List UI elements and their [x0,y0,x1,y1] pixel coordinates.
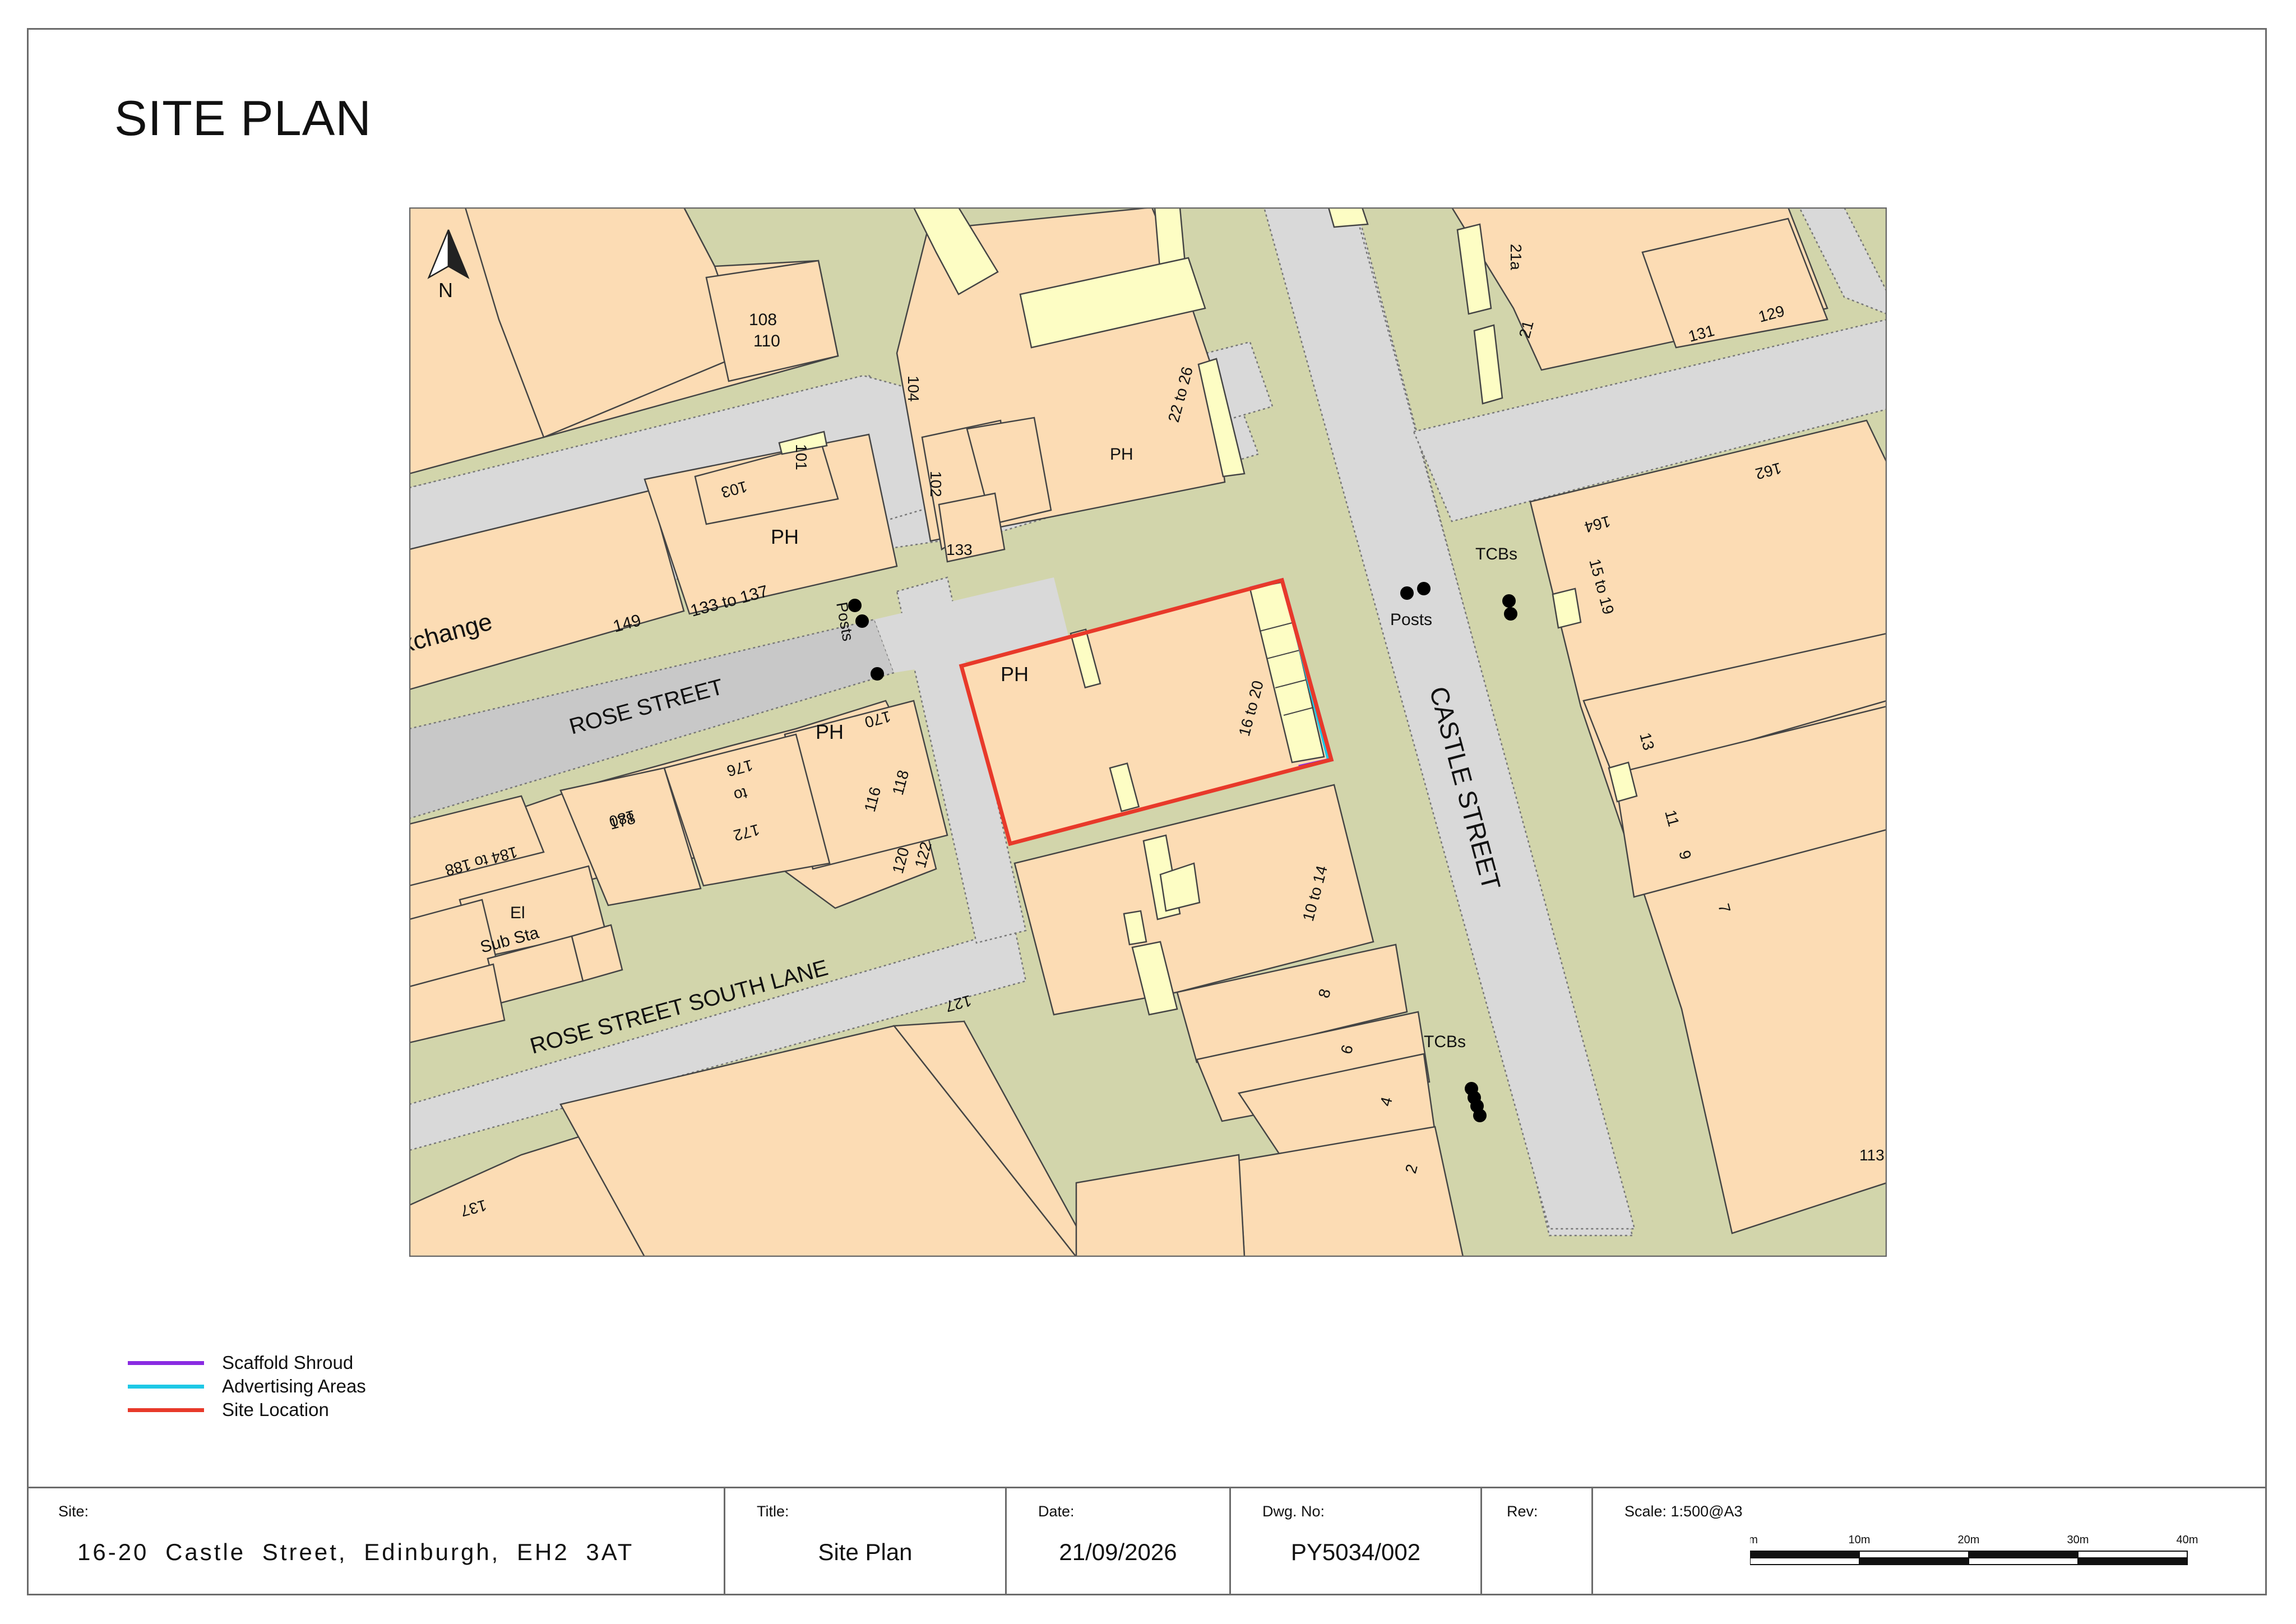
outbuilding [1552,587,1582,629]
legend-item-advertising-areas: Advertising Areas [128,1375,366,1398]
date-cell: Date: 21/09/2026 [1007,1488,1231,1595]
plot-label: PH [771,525,799,548]
legend-label: Site Location [222,1399,329,1420]
tcb [1502,594,1516,608]
scale-cell: Scale: 1:500@A3 0m 10m 20m 30m 40m [1593,1488,2267,1595]
scale-tick-label: 0m [1750,1534,1758,1546]
plot-label: 113 [1859,1146,1885,1164]
site-map: N ROSE STREET CASTLE STREET ROSE STREET … [409,207,1887,1257]
plot-label: 110 [753,332,780,350]
legend-item-scaffold-shroud: Scaffold Shroud [128,1351,366,1375]
title-block: Site: 16-20 Castle Street, Edinburgh, EH… [27,1487,2267,1595]
outbuilding [1327,207,1369,228]
legend-swatch [128,1384,204,1389]
legend-item-site-location: Site Location [128,1398,366,1422]
title-value: Site Plan [818,1539,913,1565]
post [1400,586,1414,600]
title-label: Title: [757,1503,789,1520]
scale-bar-segments [1750,1551,2188,1565]
plot-label: 108 [749,311,777,329]
scale-tick-label: 10m [1849,1534,1871,1546]
tcb [1473,1109,1487,1122]
post [1417,582,1431,595]
legend-swatch [128,1408,204,1412]
plot-label: PH [816,720,844,743]
label-tcbs-top: TCBs [1475,545,1517,563]
scale-tick-label: 20m [1958,1534,1980,1546]
north-label: N [438,279,453,302]
title-cell: Title: Site Plan [725,1488,1007,1595]
drawing-number-label: Dwg. No: [1262,1503,1325,1520]
plot-label: 102 [927,471,945,497]
revision-label: Rev: [1507,1503,1538,1520]
plot-label: 133 [946,541,973,558]
plot-label: PH [1110,445,1133,464]
plot-label: El [510,904,525,922]
post [855,614,869,628]
scale-tick-label: 30m [2067,1534,2089,1546]
legend: Scaffold Shroud Advertising Areas Site L… [128,1351,366,1422]
legend-label: Scaffold Shroud [222,1352,354,1373]
drawing-number-cell: Dwg. No: PY5034/002 [1231,1488,1482,1595]
drawing-number-value: PY5034/002 [1290,1539,1421,1565]
site-ph-label: PH [1001,663,1029,686]
legend-swatch [128,1361,204,1365]
scale-bar: 0m 10m 20m 30m 40m [1750,1534,2198,1565]
scale-label: Scale: 1:500@A3 [1624,1503,1743,1520]
scale-tick-label: 40m [2177,1534,2198,1546]
legend-label: Advertising Areas [222,1376,366,1396]
plot-label: 101 [793,444,810,470]
site-label: Site: [58,1503,89,1520]
plot-label: 21a [1507,244,1525,270]
revision-cell: Rev: [1482,1488,1593,1595]
date-label: Date: [1038,1503,1075,1520]
page-title: SITE PLAN [114,90,372,146]
site-cell: Site: 16-20 Castle Street, Edinburgh, EH… [27,1488,725,1595]
date-value: 21/09/2026 [1059,1539,1177,1565]
tcb [1504,607,1517,621]
site-value: 16-20 Castle Street, Edinburgh, EH2 3AT [77,1539,635,1565]
plot-label: 104 [905,376,922,402]
label-posts-right: Posts [1390,610,1432,629]
label-tcbs-bottom: TCBs [1424,1033,1466,1051]
post [871,667,884,681]
